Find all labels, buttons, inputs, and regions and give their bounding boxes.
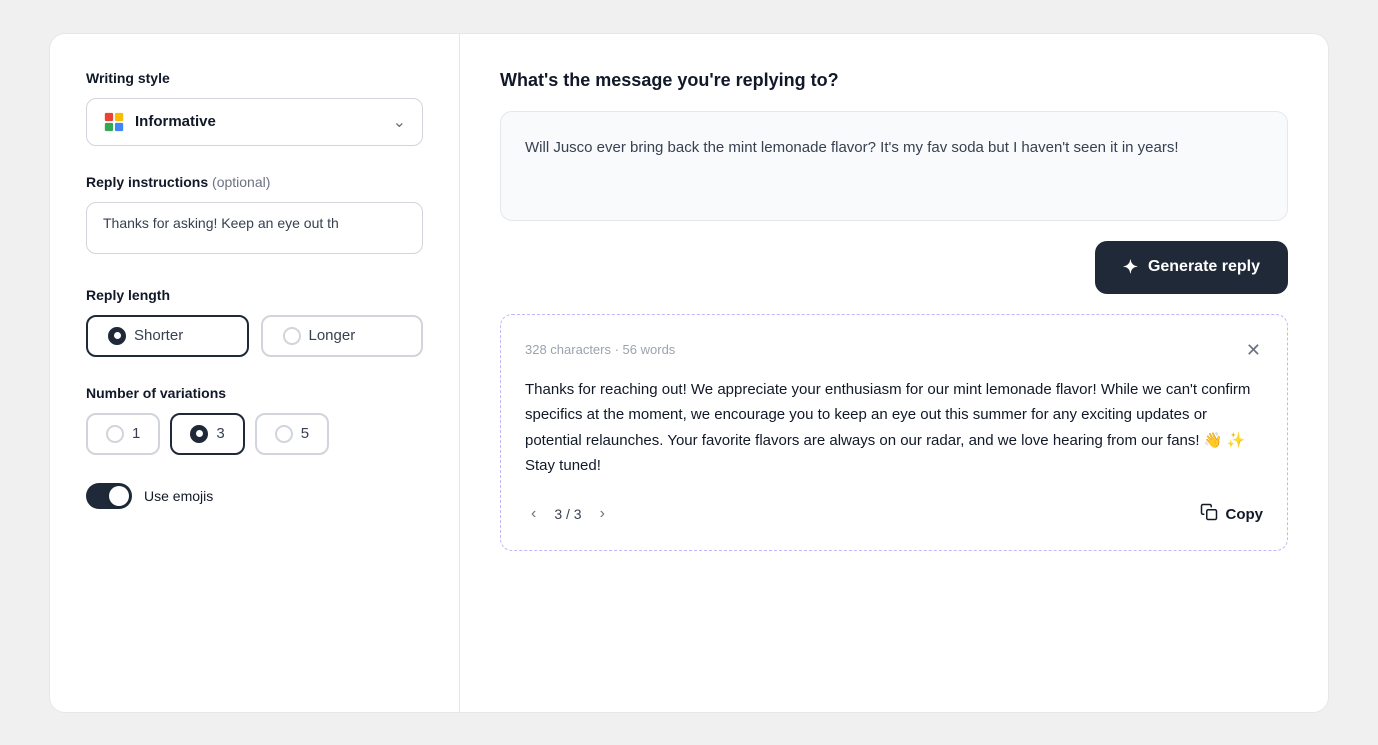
reply-length-shorter-label: Shorter (134, 327, 183, 344)
reply-length-section: Reply length Shorter Longer (86, 287, 423, 357)
message-text: Will Jusco ever bring back the mint lemo… (525, 136, 1263, 160)
copy-icon (1200, 503, 1218, 526)
generate-btn-row: ✦ Generate reply (500, 241, 1288, 294)
generate-reply-label: Generate reply (1148, 258, 1260, 276)
style-dropdown-left: Informative (103, 111, 216, 133)
writing-style-label: Writing style (86, 70, 423, 86)
variation-5-label: 5 (301, 425, 309, 442)
radio-dot-1 (106, 425, 124, 443)
generate-reply-button[interactable]: ✦ Generate reply (1095, 241, 1288, 294)
result-header: 328 characters · 56 words ✕ (525, 339, 1263, 361)
variation-3[interactable]: 3 (170, 413, 244, 455)
toggle-thumb (109, 486, 129, 506)
result-footer: ‹ 3 / 3 › Copy (525, 503, 1263, 526)
reply-length-label: Reply length (86, 287, 423, 303)
reply-instructions-section: Reply instructions (optional) Thanks for… (86, 174, 423, 259)
variation-1[interactable]: 1 (86, 413, 160, 455)
sparkle-icon: ✦ (1123, 257, 1138, 278)
reply-instructions-optional: (optional) (212, 174, 270, 190)
page-total: 3 (574, 506, 582, 522)
copy-label: Copy (1226, 506, 1264, 523)
reply-instructions-input[interactable]: Thanks for asking! Keep an eye out th (86, 202, 423, 254)
next-page-button[interactable]: › (594, 503, 611, 525)
variations-group: 1 3 5 (86, 413, 423, 455)
left-panel: Writing style Informative ⌄ Reply instru… (50, 34, 460, 712)
reply-length-group: Shorter Longer (86, 315, 423, 357)
result-text: Thanks for reaching out! We appreciate y… (525, 377, 1263, 479)
style-color-icon (103, 111, 125, 133)
variation-5[interactable]: 5 (255, 413, 329, 455)
result-card: 328 characters · 56 words ✕ Thanks for r… (500, 314, 1288, 551)
reply-length-longer-label: Longer (309, 327, 356, 344)
char-count: 328 characters · 56 words (525, 342, 675, 357)
message-box: Will Jusco ever bring back the mint lemo… (500, 111, 1288, 221)
radio-dot-3 (190, 425, 208, 443)
reply-length-longer[interactable]: Longer (261, 315, 424, 357)
page-current: 3 (554, 506, 562, 522)
page-indicator: 3 / 3 (554, 506, 581, 522)
style-selected-label: Informative (135, 113, 216, 130)
variation-3-label: 3 (216, 425, 224, 442)
use-emojis-toggle[interactable] (86, 483, 132, 509)
radio-dot-5 (275, 425, 293, 443)
writing-style-dropdown[interactable]: Informative ⌄ (86, 98, 423, 146)
main-card: Writing style Informative ⌄ Reply instru… (49, 33, 1329, 713)
copy-button[interactable]: Copy (1200, 503, 1264, 526)
reply-instructions-label: Reply instructions (optional) (86, 174, 423, 190)
radio-dot-longer (283, 327, 301, 345)
chevron-down-icon: ⌄ (393, 112, 406, 132)
prev-page-button[interactable]: ‹ (525, 503, 542, 525)
reply-length-shorter[interactable]: Shorter (86, 315, 249, 357)
writing-style-section: Writing style Informative ⌄ (86, 70, 423, 146)
variation-1-label: 1 (132, 425, 140, 442)
pagination: ‹ 3 / 3 › (525, 503, 611, 525)
close-result-button[interactable]: ✕ (1244, 339, 1263, 361)
variations-label: Number of variations (86, 385, 423, 401)
right-panel: What's the message you're replying to? W… (460, 34, 1328, 712)
variations-section: Number of variations 1 3 5 (86, 385, 423, 455)
right-title: What's the message you're replying to? (500, 70, 1288, 91)
use-emojis-section: Use emojis (86, 483, 423, 509)
radio-dot-shorter (108, 327, 126, 345)
use-emojis-label: Use emojis (144, 488, 213, 504)
